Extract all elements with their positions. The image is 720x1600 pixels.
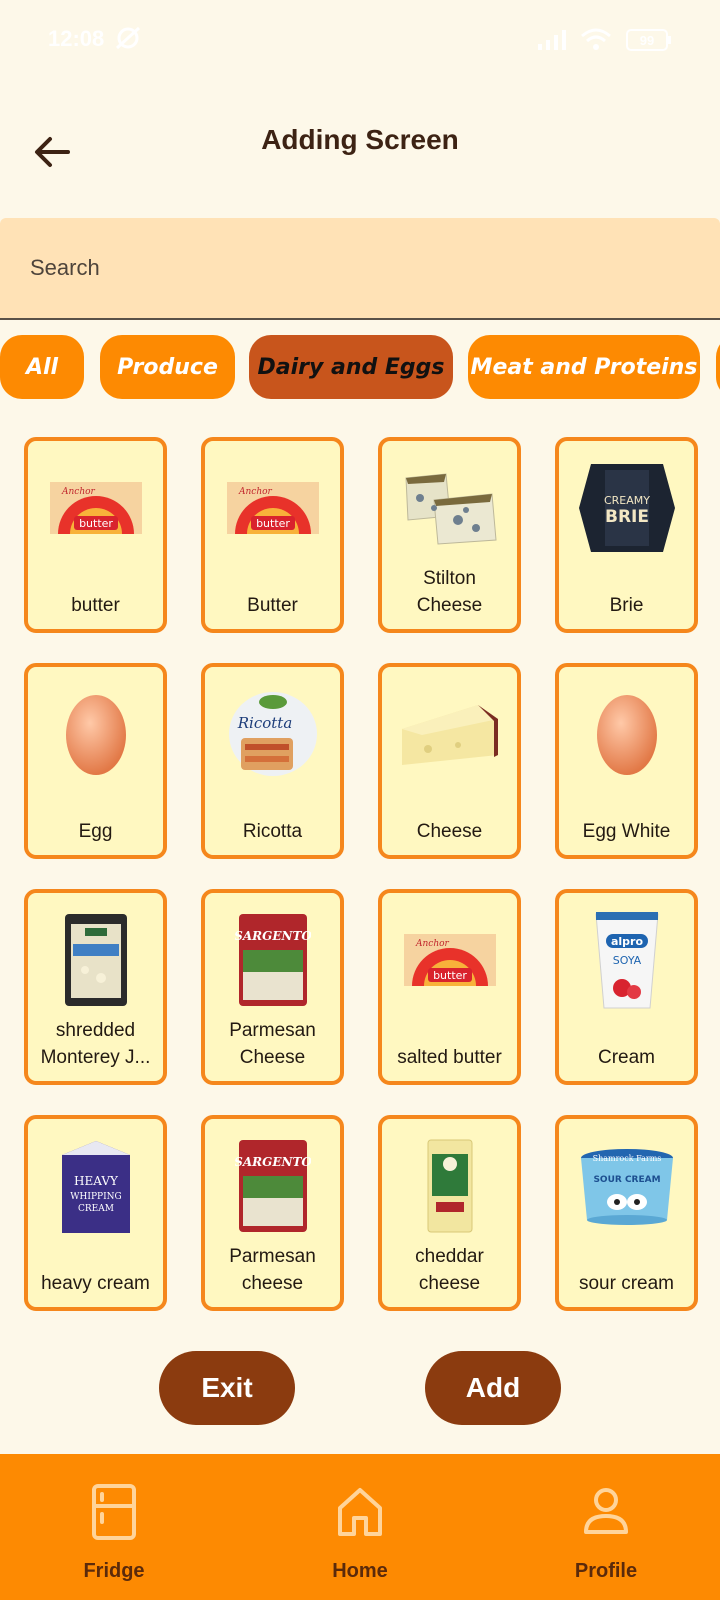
status-icons: 99 bbox=[536, 28, 672, 52]
item-card-cream[interactable]: alpro SOYA Cream bbox=[555, 889, 698, 1085]
cheddar-block-image bbox=[382, 1133, 517, 1239]
item-card-ricotta[interactable]: Ricotta Ricotta bbox=[201, 663, 344, 859]
shredded-cheese-bag-image bbox=[28, 907, 163, 1013]
item-label: Cream bbox=[597, 1047, 655, 1068]
item-card-butter[interactable]: butter Anchor Butter bbox=[201, 437, 344, 633]
item-label: Egg White bbox=[582, 821, 671, 842]
item-card-parmesan-cheese[interactable]: SARGENTO Parmesan cheese bbox=[201, 1115, 344, 1311]
chip-meat-and-proteins[interactable]: Meat and Proteins bbox=[468, 335, 700, 399]
item-label: butter bbox=[71, 595, 120, 616]
item-card-sour-cream[interactable]: Shamrock Farms SOUR CREAM sour cream bbox=[555, 1115, 698, 1311]
item-label: salted butter bbox=[397, 1047, 502, 1068]
butter-package-image: butter Anchor bbox=[382, 907, 517, 1013]
item-card-parmesan-cheese[interactable]: SARGENTO Parmesan Cheese bbox=[201, 889, 344, 1085]
svg-text:CREAMY: CREAMY bbox=[603, 494, 649, 507]
fridge-icon bbox=[92, 1484, 136, 1540]
home-icon bbox=[338, 1488, 382, 1536]
bottom-nav: Fridge Home Profile bbox=[0, 1454, 720, 1600]
item-label: sour cream bbox=[578, 1273, 675, 1294]
item-card-stilton-cheese[interactable]: Stilton Cheese bbox=[378, 437, 521, 633]
svg-text:HEAVY: HEAVY bbox=[74, 1174, 119, 1188]
butter-package-image: butter Anchor bbox=[205, 455, 340, 561]
item-card-egg-white[interactable]: Egg White bbox=[555, 663, 698, 859]
svg-text:Shamrock Farms: Shamrock Farms bbox=[592, 1154, 661, 1163]
item-label: Cheese bbox=[416, 821, 483, 842]
sour-cream-tub-image: Shamrock Farms SOUR CREAM bbox=[559, 1133, 694, 1239]
item-card-cheddar-cheese[interactable]: cheddar cheese bbox=[378, 1115, 521, 1311]
item-card-shredded-monterey-jack[interactable]: shredded Monterey J... bbox=[24, 889, 167, 1085]
item-label: Butter bbox=[247, 595, 298, 616]
exit-button[interactable]: Exit bbox=[159, 1351, 295, 1425]
svg-text:CREAM: CREAM bbox=[78, 1204, 114, 1214]
item-label: Egg bbox=[78, 821, 113, 842]
item-card-egg[interactable]: Egg bbox=[24, 663, 167, 859]
nav-label-profile: Profile bbox=[574, 1560, 638, 1582]
sync-off-icon bbox=[115, 26, 141, 50]
status-bar: 12:08 99 bbox=[0, 0, 720, 80]
search-input[interactable] bbox=[0, 218, 720, 318]
item-card-salted-butter[interactable]: butter Anchor salted butter bbox=[378, 889, 521, 1085]
brie-box-image: CREAMY BRIE bbox=[559, 455, 694, 561]
item-label: cheddar cheese bbox=[415, 1246, 484, 1294]
egg-image bbox=[559, 681, 694, 787]
svg-text:SARGENTO: SARGENTO bbox=[235, 1155, 311, 1169]
search-bar bbox=[0, 218, 720, 320]
item-label: Parmesan cheese bbox=[229, 1246, 316, 1294]
battery-level: 99 bbox=[640, 33, 654, 48]
parmesan-bag-image: SARGENTO bbox=[205, 907, 340, 1013]
svg-text:SOYA: SOYA bbox=[612, 954, 641, 967]
item-label: Parmesan Cheese bbox=[229, 1020, 316, 1068]
item-card-brie[interactable]: CREAMY BRIE Brie bbox=[555, 437, 698, 633]
svg-text:butter: butter bbox=[433, 969, 467, 982]
chip-produce[interactable]: Produce bbox=[100, 335, 235, 399]
svg-text:Anchor: Anchor bbox=[415, 939, 450, 949]
item-label: Ricotta bbox=[242, 821, 303, 842]
add-button[interactable]: Add bbox=[425, 1351, 561, 1425]
cheese-wedge-image bbox=[382, 681, 517, 787]
category-chips: All Produce Dairy and Eggs Meat and Prot… bbox=[0, 335, 720, 401]
svg-text:SOUR CREAM: SOUR CREAM bbox=[593, 1175, 660, 1185]
nav-item-fridge[interactable]: Fridge bbox=[44, 1454, 184, 1600]
chip-more[interactable] bbox=[716, 335, 720, 399]
egg-image bbox=[28, 681, 163, 787]
chip-all[interactable]: All bbox=[0, 335, 84, 399]
battery-icon: 99 bbox=[626, 29, 671, 51]
page-title: Adding Screen bbox=[261, 124, 459, 155]
item-label: Brie bbox=[609, 595, 644, 616]
cream-carton-image: HEAVY WHIPPING CREAM bbox=[28, 1133, 163, 1239]
signal-icon bbox=[538, 30, 566, 50]
svg-text:alpro: alpro bbox=[610, 935, 642, 948]
svg-text:Ricotta: Ricotta bbox=[236, 714, 292, 732]
svg-text:butter: butter bbox=[79, 517, 113, 530]
nav-item-home[interactable]: Home bbox=[290, 1454, 430, 1600]
item-card-heavy-cream[interactable]: HEAVY WHIPPING CREAM heavy cream bbox=[24, 1115, 167, 1311]
nav-item-profile[interactable]: Profile bbox=[536, 1454, 676, 1600]
svg-text:WHIPPING: WHIPPING bbox=[70, 1192, 121, 1202]
svg-text:BRIE: BRIE bbox=[605, 507, 649, 527]
chip-dairy-and-eggs[interactable]: Dairy and Eggs bbox=[249, 335, 453, 399]
wifi-icon bbox=[581, 28, 611, 50]
nav-label-fridge: Fridge bbox=[83, 1560, 145, 1582]
svg-text:Anchor: Anchor bbox=[238, 487, 273, 497]
ricotta-tub-image: Ricotta bbox=[205, 681, 340, 787]
svg-text:butter: butter bbox=[256, 517, 290, 530]
profile-icon bbox=[584, 1488, 628, 1534]
nav-label-home: Home bbox=[332, 1560, 388, 1582]
item-card-cheese[interactable]: Cheese bbox=[378, 663, 521, 859]
yogurt-cup-image: alpro SOYA bbox=[559, 907, 694, 1013]
item-label: heavy cream bbox=[41, 1273, 150, 1294]
item-card-butter[interactable]: butter Anchor butter bbox=[24, 437, 167, 633]
svg-text:SARGENTO: SARGENTO bbox=[235, 929, 311, 943]
status-time: 12:08 bbox=[48, 26, 105, 51]
parmesan-bag-image: SARGENTO bbox=[205, 1133, 340, 1239]
item-label: shredded Monterey J... bbox=[40, 1020, 151, 1068]
blue-cheese-image bbox=[382, 455, 517, 561]
svg-text:Anchor: Anchor bbox=[61, 487, 96, 497]
butter-package-image: butter Anchor bbox=[28, 455, 163, 561]
item-label: Stilton Cheese bbox=[416, 568, 483, 616]
